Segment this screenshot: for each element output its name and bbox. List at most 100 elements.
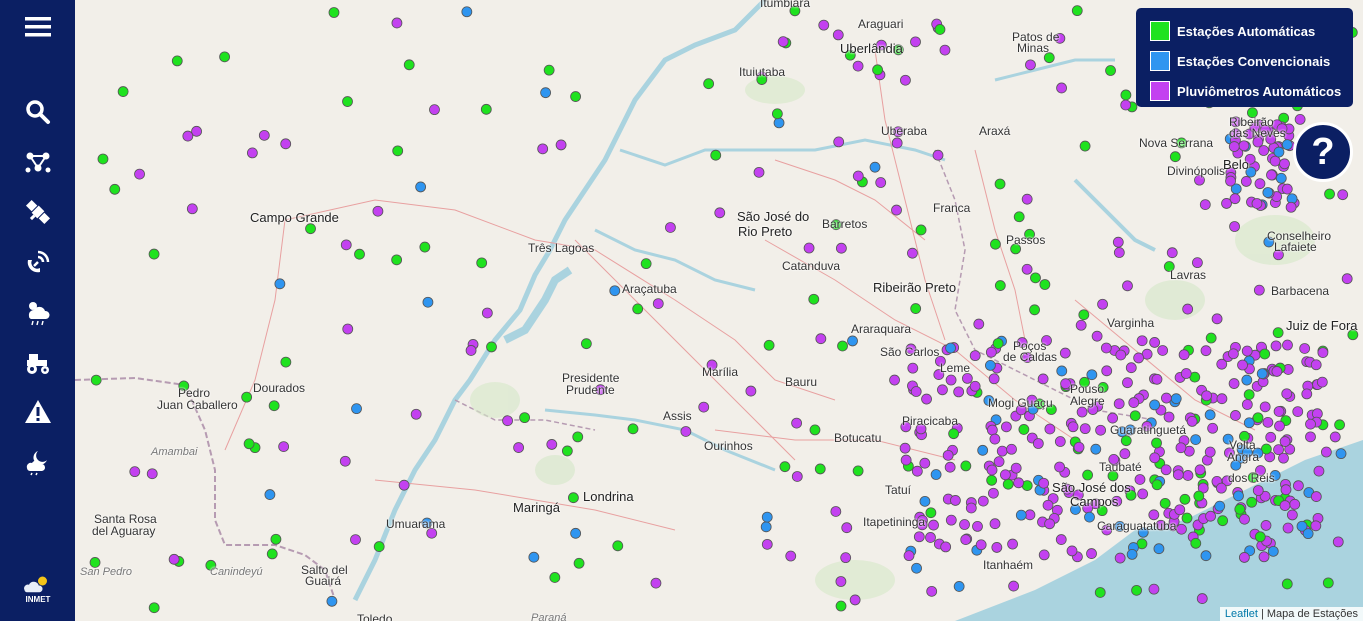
station-marker[interactable] [391,17,403,29]
station-marker[interactable] [1317,347,1329,358]
station-marker[interactable] [1086,548,1097,559]
station-marker[interactable] [937,384,948,396]
station-marker[interactable] [969,380,981,392]
station-marker[interactable] [714,207,726,219]
station-marker[interactable] [1216,393,1228,405]
station-marker[interactable] [760,521,772,533]
station-marker[interactable] [1228,348,1239,360]
station-marker[interactable] [1310,520,1322,532]
station-marker[interactable] [930,469,942,480]
station-marker[interactable] [1163,411,1175,423]
station-marker[interactable] [1179,493,1191,505]
station-marker[interactable] [771,108,783,120]
station-marker[interactable] [1313,465,1325,477]
station-marker[interactable] [1181,512,1193,524]
station-marker[interactable] [1305,418,1316,430]
station-marker[interactable] [549,572,561,583]
station-marker[interactable] [899,442,911,454]
station-marker[interactable] [1305,431,1316,443]
station-marker[interactable] [109,183,121,195]
station-marker[interactable] [461,6,473,18]
station-marker[interactable] [1270,340,1282,352]
night-cloud-icon[interactable] [0,442,75,482]
station-marker[interactable] [910,386,922,397]
station-marker[interactable] [1073,441,1085,453]
station-marker[interactable] [570,527,582,539]
station-marker[interactable] [928,519,939,531]
station-marker[interactable] [1101,365,1113,377]
station-marker[interactable] [910,303,922,314]
station-marker[interactable] [1258,145,1270,156]
station-marker[interactable] [1196,593,1208,604]
station-marker[interactable] [926,585,938,597]
station-marker[interactable] [351,403,362,415]
station-marker[interactable] [1324,188,1335,200]
legend-item-automatic[interactable]: Estações Automáticas [1150,16,1353,46]
station-marker[interactable] [403,59,415,71]
station-marker[interactable] [1042,499,1054,511]
station-marker[interactable] [1239,513,1250,525]
station-marker[interactable] [264,489,276,500]
station-marker[interactable] [146,468,158,480]
station-marker[interactable] [1149,399,1161,411]
station-marker[interactable] [97,153,109,165]
station-marker[interactable] [1095,424,1107,436]
station-marker[interactable] [1234,503,1246,515]
station-marker[interactable] [835,600,847,612]
station-marker[interactable] [1055,534,1067,545]
station-marker[interactable] [907,247,918,259]
station-marker[interactable] [761,538,773,550]
station-marker[interactable] [1182,303,1194,315]
station-marker[interactable] [945,374,957,386]
station-marker[interactable] [960,460,972,472]
station-marker[interactable] [1302,528,1314,540]
station-marker[interactable] [1200,550,1212,562]
station-marker[interactable] [1230,410,1241,421]
station-marker[interactable] [546,439,558,450]
station-marker[interactable] [977,495,989,507]
station-marker[interactable] [1029,304,1040,316]
station-marker[interactable] [1279,158,1290,170]
station-marker[interactable] [1238,552,1250,563]
station-marker[interactable] [1273,146,1285,158]
station-marker[interactable] [745,385,757,397]
station-marker[interactable] [182,130,194,142]
warning-icon[interactable] [0,392,75,432]
station-marker[interactable] [326,595,338,607]
station-marker[interactable] [1038,477,1050,489]
station-marker[interactable] [1258,551,1270,563]
leaflet-link[interactable]: Leaflet [1225,608,1258,620]
station-marker[interactable] [1119,448,1131,460]
station-marker[interactable] [1066,545,1078,557]
station-marker[interactable] [148,602,160,614]
station-marker[interactable] [1252,485,1264,496]
station-marker[interactable] [953,581,965,592]
station-marker[interactable] [763,339,775,351]
station-marker[interactable] [1136,335,1148,347]
station-marker[interactable] [1241,345,1253,357]
station-marker[interactable] [948,428,960,440]
station-marker[interactable] [373,541,385,552]
station-marker[interactable] [815,333,827,345]
station-marker[interactable] [986,464,998,476]
weather-rain-icon[interactable] [0,292,75,332]
station-marker[interactable] [650,577,662,589]
station-marker[interactable] [278,441,290,452]
station-marker[interactable] [1113,398,1125,410]
station-marker[interactable] [398,479,410,491]
station-marker[interactable] [1322,577,1334,589]
station-marker[interactable] [129,466,141,478]
station-marker[interactable] [1120,99,1132,111]
station-marker[interactable] [1013,211,1025,223]
station-marker[interactable] [945,342,956,354]
station-marker[interactable] [241,391,253,403]
station-marker[interactable] [996,445,1008,457]
station-marker[interactable] [1000,421,1012,433]
station-marker[interactable] [710,149,722,161]
station-marker[interactable] [429,104,440,116]
station-marker[interactable] [1274,420,1285,432]
station-marker[interactable] [753,166,765,178]
station-marker[interactable] [1002,478,1014,490]
station-marker[interactable] [481,307,493,319]
station-marker[interactable] [833,136,845,148]
